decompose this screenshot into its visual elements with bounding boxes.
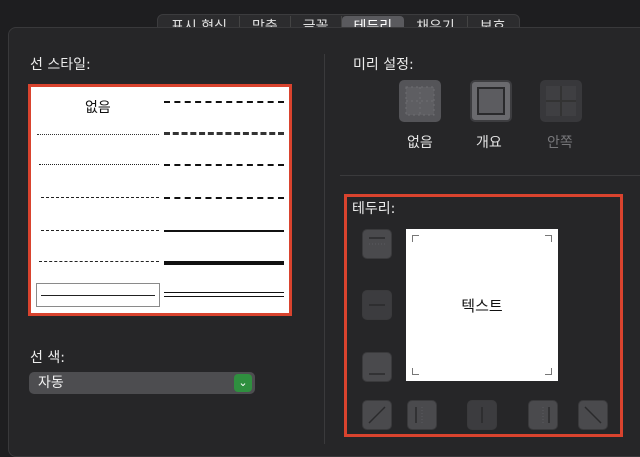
line-style-hairline[interactable] [37,134,159,135]
border-top-icon [369,237,385,245]
preset-inside-icon [546,86,576,116]
line-style-label: 선 스타일: [30,57,91,73]
corner-mark [545,235,552,242]
border-diagonal-down-button[interactable] [578,400,608,430]
line-color-label: 선 색: [30,350,65,366]
line-style-medium-dashed[interactable] [164,197,284,199]
line-style-dash-dot[interactable] [41,230,159,231]
line-style-thin-selected[interactable] [36,283,160,307]
border-right-icon [542,407,550,423]
line-style-none[interactable]: 없음 [85,97,111,117]
border-right-button[interactable] [528,400,558,430]
border-left-button[interactable] [407,400,437,430]
section-divider [324,54,325,444]
presets-label: 미리 설정: [353,57,414,73]
corner-mark [412,368,419,375]
preset-none-icon [405,86,435,116]
diagonal-up-icon [368,406,386,424]
border-vertical-icon [481,407,483,423]
preview-text: 텍스트 [461,297,503,315]
diagonal-down-icon [584,406,602,424]
preset-inside-label: 안쪽 [547,135,573,151]
preset-none-label: 없음 [407,135,433,151]
border-left-icon [415,407,423,423]
border-bottom-button[interactable] [362,352,392,382]
section-divider [340,175,640,176]
border-diagonal-up-button[interactable] [362,400,392,430]
corner-mark [545,368,552,375]
line-style-dotted[interactable] [39,164,159,165]
border-preview[interactable]: 텍스트 [406,229,558,381]
chevron-down-icon: ⌄ [234,374,252,392]
border-vertical-button[interactable] [467,400,497,430]
line-style-dashed[interactable] [39,261,159,262]
corner-mark [412,235,419,242]
border-top-button[interactable] [362,229,392,259]
preset-outline-button[interactable] [470,80,512,122]
line-color-select[interactable]: 자동 ⌄ [29,372,255,394]
line-style-picker: 없음 [28,84,292,316]
preset-outline-icon [477,87,505,115]
line-style-medium[interactable] [164,230,284,232]
preset-outline-label: 개요 [476,135,502,151]
line-color-value: 자동 [38,375,64,391]
border-middle-button[interactable] [362,290,392,320]
line-style-thick[interactable] [164,261,284,265]
line-style-dash-dot-dot[interactable] [41,197,159,198]
line-style-medium-dash-dot[interactable] [164,164,284,166]
preset-none-button[interactable] [399,80,441,122]
border-horizontal-icon [369,304,385,306]
line-style-double[interactable] [164,292,284,297]
line-style-medium-dash-dot-dot[interactable] [164,101,284,103]
border-bottom-icon [369,373,385,375]
line-style-slanted-dash-dot[interactable] [164,132,284,135]
preset-inside-button[interactable] [540,80,582,122]
